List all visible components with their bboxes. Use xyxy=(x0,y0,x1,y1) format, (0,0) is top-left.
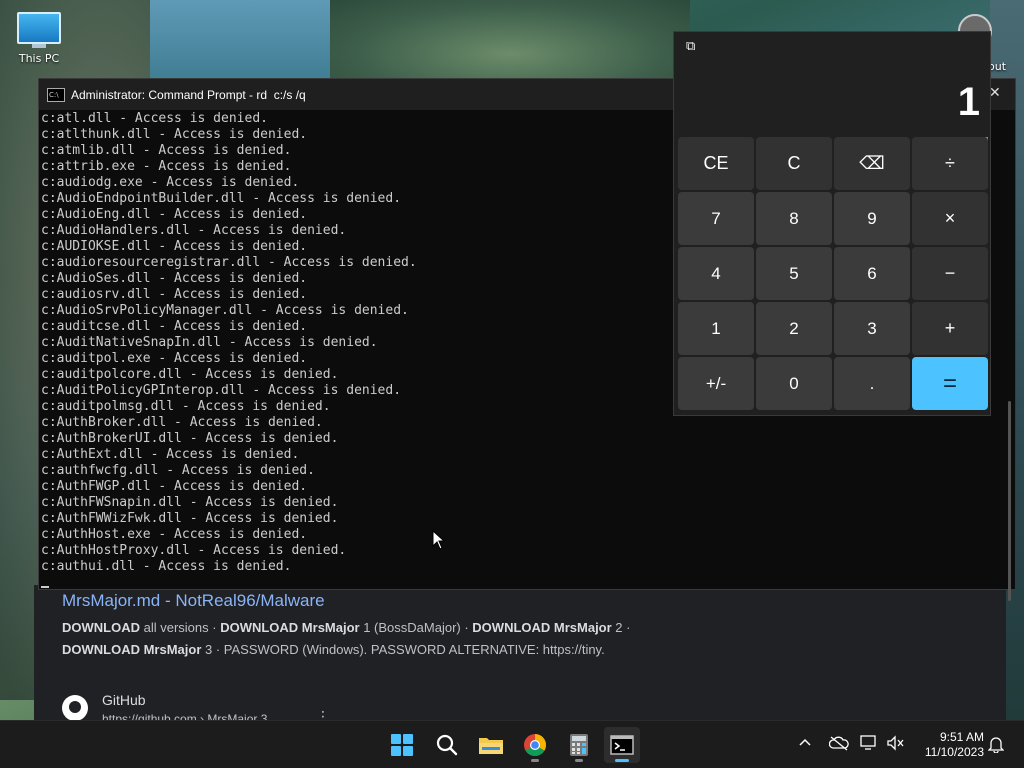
equals-button[interactable]: = xyxy=(912,357,988,410)
digit-6-button[interactable]: 6 xyxy=(834,247,910,300)
cmd-scroll-thumb[interactable] xyxy=(1008,401,1011,601)
search-result-snippet-line: DOWNLOAD all versions · DOWNLOAD MrsMajo… xyxy=(62,620,630,635)
network-icon[interactable] xyxy=(860,735,880,755)
restore-window-icon[interactable]: ⧉ xyxy=(686,40,700,54)
clear-button[interactable]: C xyxy=(756,137,832,190)
add-button[interactable]: + xyxy=(912,302,988,355)
digit-9-button[interactable]: 9 xyxy=(834,192,910,245)
search-result-snippet-line: DOWNLOAD MrsMajor 3 · PASSWORD (Windows)… xyxy=(62,642,605,657)
console-line: c:AuthBrokerUI.dll - Access is denied. xyxy=(41,431,339,446)
snippet-text: all versions · xyxy=(140,620,221,635)
monitor-stand xyxy=(32,44,46,48)
file-explorer-button[interactable] xyxy=(473,727,509,763)
multiply-button[interactable]: × xyxy=(912,192,988,245)
console-line: c:AuthExt.dll - Access is denied. xyxy=(41,447,300,462)
taskbar-clock[interactable]: 9:51 AM 11/10/2023 xyxy=(914,730,984,760)
console-line: c:authui.dll - Access is denied. xyxy=(41,559,292,574)
snippet-text: DOWNLOAD xyxy=(62,620,140,635)
terminal-icon xyxy=(610,735,634,755)
digit-5-button[interactable]: 5 xyxy=(756,247,832,300)
search-result-title-link[interactable]: MrsMajor.md - NotReal96/Malware xyxy=(62,591,325,611)
clock-time: 9:51 AM xyxy=(939,730,984,744)
digit-0-button[interactable]: 0 xyxy=(756,357,832,410)
console-line: c:AuthHostProxy.dll - Access is denied. xyxy=(41,543,347,558)
snippet-text: DOWNLOAD MrsMajor xyxy=(220,620,360,635)
clock-date: 11/10/2023 xyxy=(924,745,984,759)
search-result-site-name[interactable]: GitHub xyxy=(102,692,146,708)
negate-button[interactable]: +/- xyxy=(678,357,754,410)
wallpaper-hill xyxy=(330,0,690,90)
cloud-off-icon[interactable] xyxy=(828,735,849,755)
github-logo-icon xyxy=(62,695,88,721)
folder-icon xyxy=(479,738,503,754)
running-indicator xyxy=(575,759,583,762)
wallpaper-sea xyxy=(150,0,350,90)
clear-entry-button[interactable]: CE xyxy=(678,137,754,190)
desktop-icon-label: This PC xyxy=(18,52,60,65)
snippet-text: DOWNLOAD MrsMajor xyxy=(62,642,202,657)
windows-logo-icon xyxy=(391,734,413,756)
mouse-pointer-icon xyxy=(432,530,446,550)
decimal-button[interactable]: . xyxy=(834,357,910,410)
command-prompt-button[interactable] xyxy=(604,727,640,763)
taskbar: 9:51 AM 11/10/2023 xyxy=(0,720,1024,768)
digit-7-button[interactable]: 7 xyxy=(678,192,754,245)
cmd-scrollbar[interactable] xyxy=(1001,111,1015,601)
calculator-display: 1 xyxy=(957,80,980,124)
search-icon xyxy=(436,734,458,756)
digit-1-button[interactable]: 1 xyxy=(678,302,754,355)
browser-search-results: MrsMajor.md - NotReal96/Malware DOWNLOAD… xyxy=(34,585,1006,726)
console-line: c:AuthFWSnapin.dll - Access is denied. xyxy=(41,495,339,510)
console-line: c:AuthFWWizFwk.dll - Access is denied. xyxy=(41,511,339,526)
active-indicator xyxy=(615,759,629,762)
digit-3-button[interactable]: 3 xyxy=(834,302,910,355)
chevron-up-icon[interactable] xyxy=(798,735,812,753)
snippet-text: 1 (BossDaMajor) · xyxy=(359,620,473,635)
digit-4-button[interactable]: 4 xyxy=(678,247,754,300)
digit-2-button[interactable]: 2 xyxy=(756,302,832,355)
running-indicator xyxy=(531,759,539,762)
console-line: c:AuthHost.exe - Access is denied. xyxy=(41,527,308,542)
calculator-keypad: CE C ⌫ ÷ 7 8 9 × 4 5 6− 1 2 3 + +/- 0. = xyxy=(678,137,988,410)
console-cursor xyxy=(41,586,49,588)
console-line: c:authfwcfg.dll - Access is denied. xyxy=(41,463,315,478)
calculator-button[interactable] xyxy=(561,727,597,763)
start-button[interactable] xyxy=(384,727,420,763)
snippet-text: 3 · PASSWORD (Windows). PASSWORD ALTERNA… xyxy=(201,642,605,657)
subtract-button[interactable]: − xyxy=(912,247,988,300)
backspace-button[interactable]: ⌫ xyxy=(834,137,910,190)
calculator-icon xyxy=(570,734,588,756)
chrome-button[interactable] xyxy=(517,727,553,763)
monitor-icon xyxy=(17,12,61,44)
notification-bell-icon[interactable] xyxy=(987,735,1005,757)
chrome-icon xyxy=(524,734,546,756)
divide-button[interactable]: ÷ xyxy=(912,137,988,190)
snippet-text: DOWNLOAD MrsMajor xyxy=(472,620,612,635)
calculator-window[interactable]: ⧉ 1 CE C ⌫ ÷ 7 8 9 × 4 5 6−1 2 3 + +/- 0. = xyxy=(673,31,991,416)
cmd-app-icon: C:\ xyxy=(47,87,65,102)
console-line: c:AuthBroker.dll - Access is denied. xyxy=(41,415,323,430)
desktop-icon-this-pc[interactable]: This PC xyxy=(14,10,64,65)
search-button[interactable] xyxy=(429,727,465,763)
snippet-text: 2 · xyxy=(611,620,631,635)
console-line: c:AuthFWGP.dll - Access is denied. xyxy=(41,479,308,494)
cmd-window-title: Administrator: Command Prompt - rd c:/s … xyxy=(71,87,306,102)
digit-8-button[interactable]: 8 xyxy=(756,192,832,245)
volume-muted-icon[interactable] xyxy=(886,735,906,755)
